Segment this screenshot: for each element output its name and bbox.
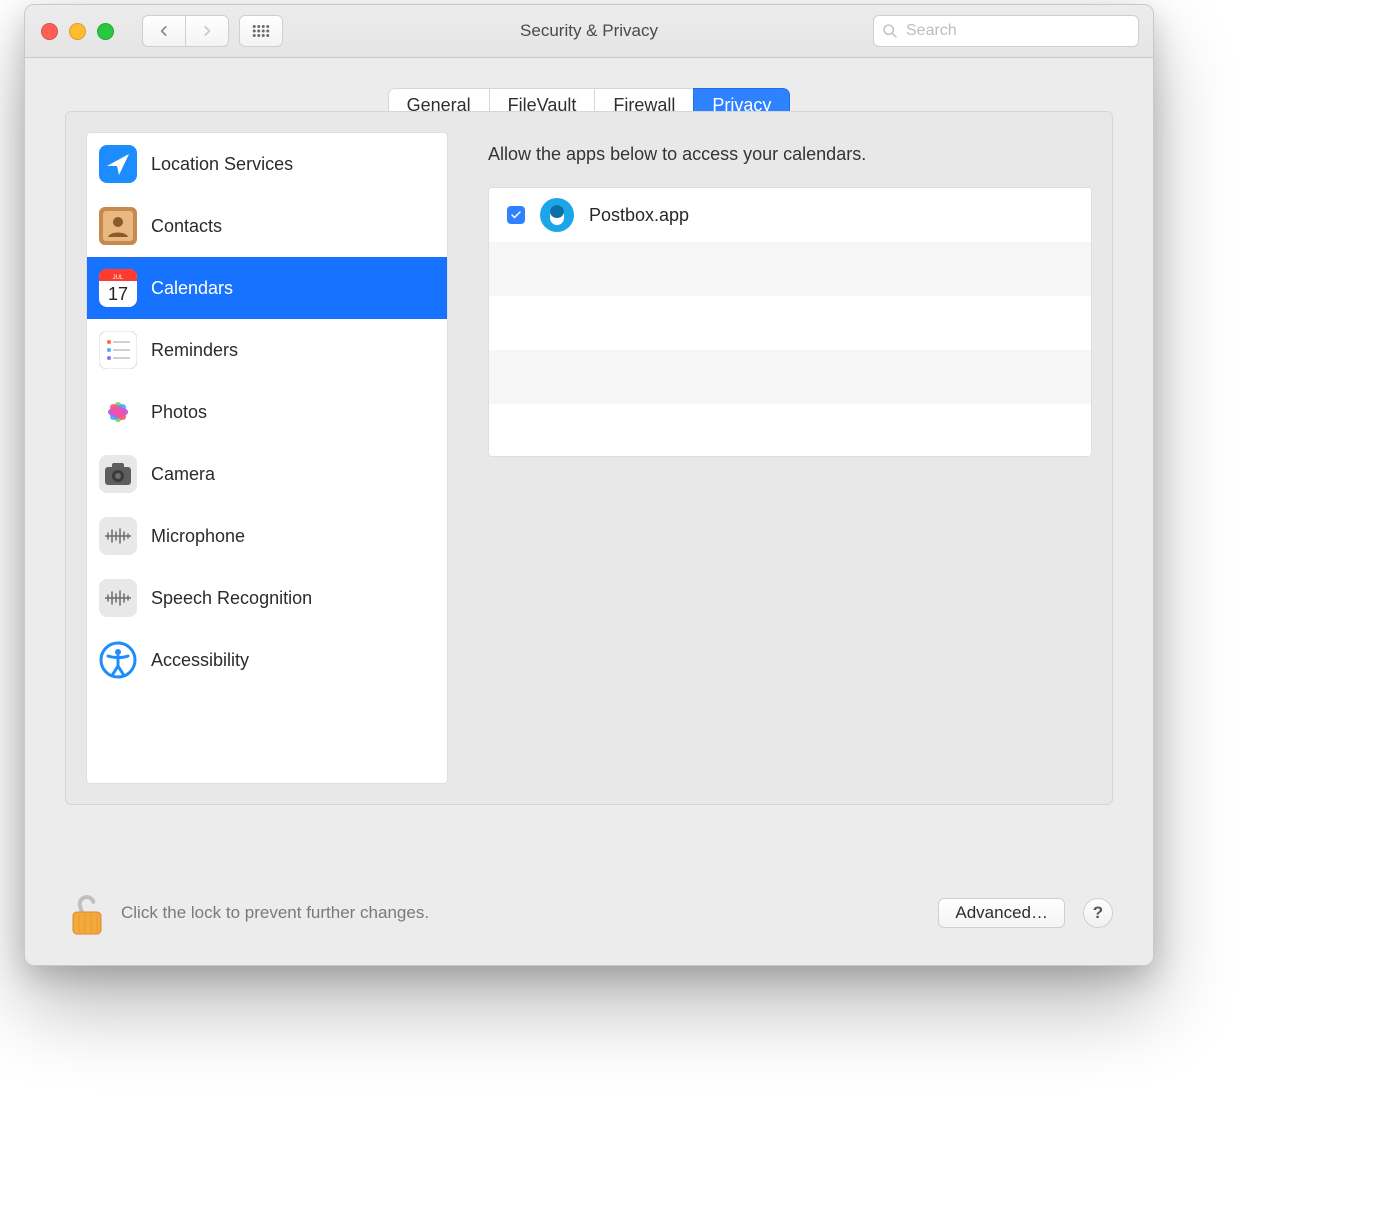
- sidebar-item-label: Speech Recognition: [151, 588, 312, 609]
- app-row: Postbox.app: [489, 188, 1091, 242]
- sidebar-item-accessibility[interactable]: Accessibility: [87, 629, 447, 691]
- window-title: Security & Privacy: [520, 21, 658, 41]
- sidebar-item-label: Calendars: [151, 278, 233, 299]
- unlocked-lock-icon: [67, 889, 107, 939]
- search-input[interactable]: [904, 21, 1130, 41]
- privacy-content: Allow the apps below to access your cale…: [464, 132, 1092, 784]
- reminders-icon: [99, 331, 137, 369]
- sidebar-item-microphone[interactable]: Microphone: [87, 505, 447, 567]
- svg-text:17: 17: [108, 284, 128, 304]
- zoom-window-button[interactable]: [97, 23, 114, 40]
- advanced-button[interactable]: Advanced…: [938, 898, 1065, 928]
- history-nav: [142, 15, 229, 47]
- app-row-empty: [489, 242, 1091, 296]
- help-icon: ?: [1093, 903, 1103, 923]
- app-row-empty: [489, 350, 1091, 404]
- back-button[interactable]: [142, 15, 186, 47]
- sidebar-item-speech-recognition[interactable]: Speech Recognition: [87, 567, 447, 629]
- camera-icon: [99, 455, 137, 493]
- app-row-empty: [489, 404, 1091, 457]
- photos-icon: [99, 393, 137, 431]
- titlebar: Security & Privacy: [25, 5, 1153, 58]
- app-row-empty: [489, 296, 1091, 350]
- sidebar-item-label: Photos: [151, 402, 207, 423]
- chevron-left-icon: [157, 24, 171, 38]
- calendar-icon: JUL 17: [99, 269, 137, 307]
- sidebar-item-label: Microphone: [151, 526, 245, 547]
- sidebar-item-label: Contacts: [151, 216, 222, 237]
- lock-hint-text: Click the lock to prevent further change…: [121, 903, 429, 923]
- chevron-right-icon: [200, 24, 214, 38]
- sidebar-item-contacts[interactable]: Contacts: [87, 195, 447, 257]
- sidebar-item-label: Reminders: [151, 340, 238, 361]
- minimize-window-button[interactable]: [69, 23, 86, 40]
- close-window-button[interactable]: [41, 23, 58, 40]
- content-heading: Allow the apps below to access your cale…: [488, 144, 1084, 165]
- button-label: Advanced…: [955, 903, 1048, 922]
- window-controls: [25, 23, 114, 40]
- sidebar-item-label: Location Services: [151, 154, 293, 175]
- checkmark-icon: [510, 209, 522, 221]
- search-field[interactable]: [873, 15, 1139, 47]
- sidebar-item-label: Camera: [151, 464, 215, 485]
- microphone-icon: [99, 517, 137, 555]
- sidebar-item-calendars[interactable]: JUL 17 Calendars: [87, 257, 447, 319]
- sidebar-item-photos[interactable]: Photos: [87, 381, 447, 443]
- postbox-app-icon: [539, 197, 575, 233]
- privacy-category-list: Location Services Contacts JUL 17 Calenda…: [86, 132, 448, 784]
- app-name: Postbox.app: [589, 205, 689, 226]
- sidebar-item-location-services[interactable]: Location Services: [87, 133, 447, 195]
- app-permission-list: Postbox.app: [488, 187, 1092, 457]
- forward-button[interactable]: [185, 15, 229, 47]
- accessibility-icon: [99, 641, 137, 679]
- show-all-button[interactable]: [239, 15, 283, 47]
- footer: Click the lock to prevent further change…: [65, 883, 1113, 943]
- privacy-panel: Location Services Contacts JUL 17 Calenda…: [65, 111, 1113, 805]
- speech-recognition-icon: [99, 579, 137, 617]
- sidebar-item-label: Accessibility: [151, 650, 249, 671]
- sidebar-item-reminders[interactable]: Reminders: [87, 319, 447, 381]
- lock-button[interactable]: [65, 887, 109, 939]
- contacts-icon: [99, 207, 137, 245]
- grid-icon: [252, 24, 270, 38]
- app-checkbox[interactable]: [507, 206, 525, 224]
- preferences-window: Security & Privacy General FileVault Fir…: [24, 4, 1154, 966]
- location-icon: [99, 145, 137, 183]
- svg-text:JUL: JUL: [113, 275, 124, 281]
- search-icon: [882, 23, 898, 39]
- sidebar-item-camera[interactable]: Camera: [87, 443, 447, 505]
- help-button[interactable]: ?: [1083, 898, 1113, 928]
